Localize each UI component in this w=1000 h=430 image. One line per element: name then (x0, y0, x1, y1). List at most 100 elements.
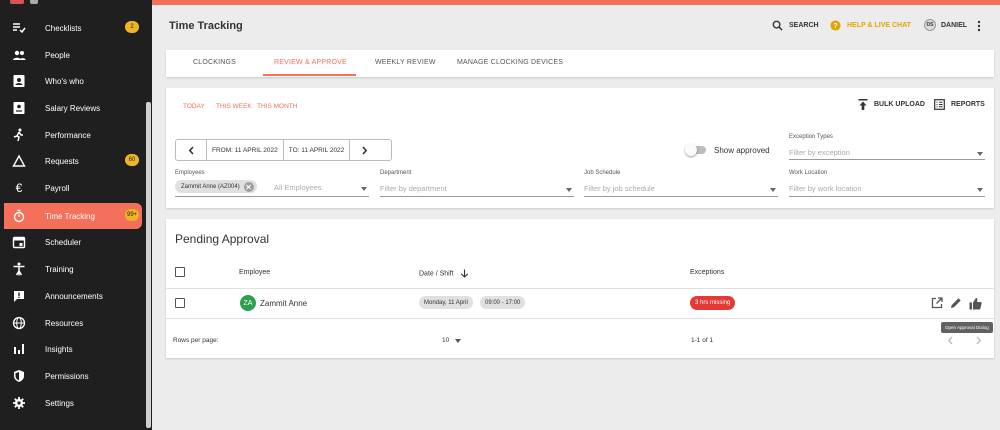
globe-icon (12, 316, 26, 330)
sidebar-item-time-tracking[interactable]: Time Tracking 99+ (4, 203, 142, 229)
chevron-down-icon (361, 187, 367, 191)
sidebar-item-label: Settings (45, 399, 74, 408)
job-schedule-select[interactable]: Job Schedule Filter by job schedule (584, 170, 778, 197)
stopwatch-icon (12, 209, 26, 223)
tab-weekly-review[interactable]: WEEKLY REVIEW (375, 59, 436, 66)
top-accent-bar (152, 0, 1000, 5)
sidebar-item-label: Resources (45, 319, 84, 328)
exception-types-select[interactable]: Exception Types Filter by exception (789, 134, 985, 160)
next-date-button[interactable] (349, 140, 379, 160)
column-header-employee[interactable]: Employee (239, 269, 270, 276)
pencil-icon (951, 298, 961, 308)
reports-label: REPORTS (951, 101, 985, 108)
select-all-checkbox[interactable] (175, 267, 185, 277)
sidebar-item-label: Insights (45, 345, 73, 354)
sidebar-item-resources[interactable]: Resources (0, 310, 146, 336)
open-approval-dialog-button[interactable] (930, 296, 944, 310)
tooltip: Open Approval Dialog (941, 322, 993, 333)
column-header-exceptions[interactable]: Exceptions (690, 269, 724, 276)
pending-approval-panel: Pending Approval Employee Date / Shift E… (166, 219, 994, 358)
count-badge: 99+ (125, 209, 140, 221)
date-to-field[interactable]: TO: 11 APRIL 2022 (282, 140, 350, 160)
open-in-new-icon (931, 297, 943, 309)
chevron-left-icon (188, 145, 194, 155)
bulk-upload-label: BULK UPLOAD (874, 101, 925, 108)
sidebar-item-label: Requests (45, 157, 79, 166)
rows-per-page-label: Rows per page: (173, 337, 219, 344)
sidebar-item-label: Salary Reviews (45, 104, 101, 113)
employee-chip[interactable]: Zammit Anne (AZ004) (175, 180, 257, 193)
work-location-select[interactable]: Work Location Filter by work location (789, 170, 985, 197)
exception-badge: 3 hrs missing (690, 296, 736, 310)
sidebar-item-training[interactable]: Training (0, 256, 146, 282)
sidebar-scrollbar[interactable] (146, 102, 151, 428)
upload-icon (858, 99, 868, 110)
sidebar-item-label: People (45, 51, 70, 60)
previous-page-button[interactable] (944, 333, 956, 347)
approve-button[interactable] (968, 296, 982, 310)
user-name: DANIEL (941, 21, 968, 29)
show-approved-toggle[interactable] (685, 144, 706, 156)
announcement-icon (12, 289, 26, 303)
sidebar-item-label: Training (45, 265, 74, 274)
sidebar-item-settings[interactable]: Settings (0, 390, 146, 416)
page-title: Time Tracking (169, 20, 243, 32)
tab-manage-clocking-devices[interactable]: MANAGE CLOCKING DEVICES (457, 59, 563, 66)
row-checkbox[interactable] (175, 298, 185, 308)
sidebar-item-label: Payroll (45, 184, 70, 193)
employees-label: Employees (175, 170, 205, 176)
sidebar-item-payroll[interactable]: € Payroll (0, 175, 146, 201)
column-header-date-shift[interactable]: Date / Shift (419, 269, 469, 278)
tab-review-approve[interactable]: REVIEW & APPROVE (274, 59, 347, 66)
sidebar-item-whos-who[interactable]: Who's who (0, 68, 146, 94)
avatar: ZA (240, 295, 256, 311)
rows-per-page-value: 10 (442, 337, 450, 344)
bulk-upload-button[interactable]: BULK UPLOAD (858, 99, 925, 110)
search-button[interactable]: SEARCH (772, 20, 819, 31)
sidebar-item-label: Performance (45, 131, 91, 140)
previous-date-button[interactable] (176, 140, 206, 160)
sidebar-item-people[interactable]: People (0, 42, 146, 68)
sidebar-item-permissions[interactable]: Permissions (0, 363, 146, 389)
calendar-icon (12, 235, 26, 249)
tab-clockings[interactable]: CLOCKINGS (193, 59, 236, 66)
more-vertical-icon[interactable] (977, 20, 981, 32)
sidebar-item-performance[interactable]: Performance (0, 122, 146, 148)
help-label: HELP & LIVE CHAT (847, 22, 911, 29)
help-live-chat-button[interactable]: ? HELP & LIVE CHAT (830, 20, 911, 31)
employees-select[interactable]: Employees Zammit Anne (AZ004) All Employ… (175, 170, 369, 197)
this-month-link[interactable]: THIS MONTH (257, 103, 297, 110)
this-week-link[interactable]: THIS WEEK (216, 103, 252, 110)
chevron-down-icon (566, 188, 572, 192)
sidebar-item-salary-reviews[interactable]: Salary Reviews (0, 95, 146, 121)
sidebar-logo-area (0, 0, 152, 8)
sidebar-item-requests[interactable]: Requests 60 (0, 148, 146, 174)
count-badge: 2 (125, 21, 139, 33)
svg-text:?: ? (833, 21, 838, 30)
edit-button[interactable] (949, 296, 963, 310)
running-person-icon (12, 128, 26, 142)
user-menu[interactable]: DS DANIEL (924, 19, 967, 31)
gear-icon (12, 396, 26, 410)
reports-button[interactable]: REPORTS (934, 99, 985, 110)
sidebar-item-announcements[interactable]: Announcements (0, 283, 146, 309)
search-icon (772, 20, 783, 31)
date-from-field[interactable]: FROM: 11 APRIL 2022 (206, 140, 283, 160)
column-header-date-shift-label: Date / Shift (419, 270, 454, 278)
sidebar-item-checklists[interactable]: Checklists 2 (0, 15, 146, 41)
sidebar-item-scheduler[interactable]: Scheduler (0, 229, 146, 255)
today-link[interactable]: TODAY (183, 103, 205, 110)
contact-card-icon (12, 74, 26, 88)
date-range-picker: FROM: 11 APRIL 2022 TO: 11 APRIL 2022 (175, 139, 392, 161)
sidebar-item-label: Who's who (45, 77, 84, 86)
employee-name[interactable]: Zammit Anne (260, 299, 307, 308)
next-page-button[interactable] (972, 333, 984, 347)
pending-approval-title: Pending Approval (175, 232, 270, 246)
remove-chip-icon[interactable] (243, 181, 254, 192)
rows-per-page-select[interactable]: 10 (442, 337, 462, 344)
euro-icon: € (15, 181, 23, 195)
salary-review-icon (12, 101, 26, 115)
department-select[interactable]: Department Filter by department (380, 170, 574, 197)
active-tab-indicator (263, 74, 356, 76)
sidebar-item-insights[interactable]: Insights (0, 336, 146, 362)
